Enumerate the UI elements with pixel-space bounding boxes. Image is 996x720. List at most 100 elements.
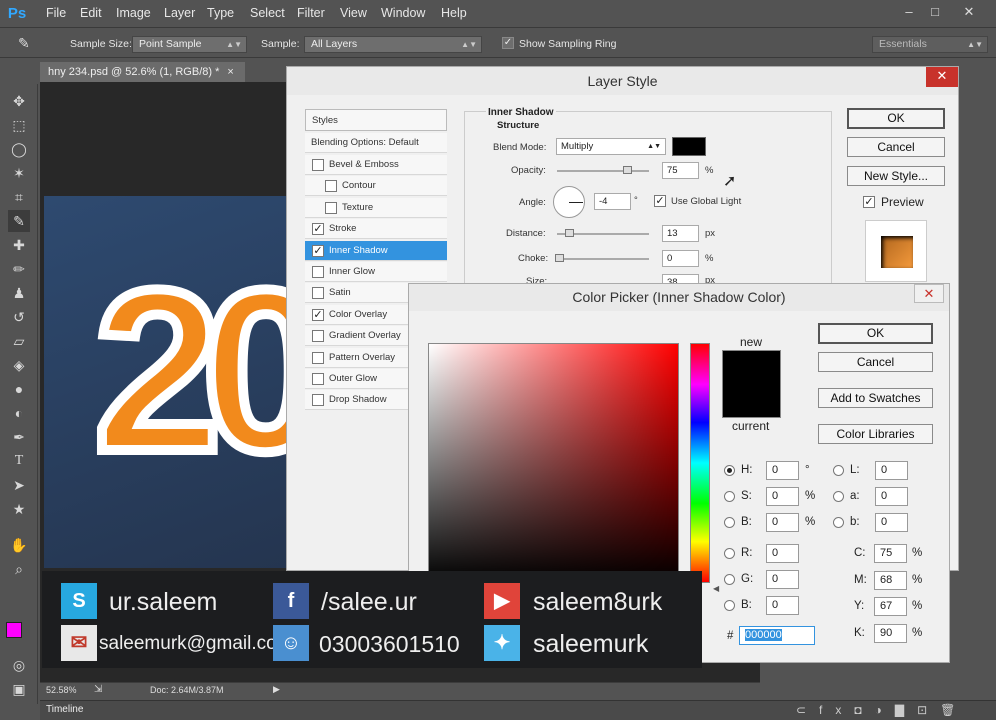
sample-select[interactable]: All Layers ▲▼ <box>304 36 482 53</box>
layer-style-close-button[interactable]: ✕ <box>926 67 958 87</box>
rgb-field[interactable]: 0 <box>766 544 799 563</box>
type-tool-icon[interactable]: T <box>8 450 30 472</box>
menu-filter[interactable]: Filter <box>297 6 325 20</box>
move-tool-icon[interactable]: ✥ <box>8 90 30 112</box>
sample-size-select[interactable]: Point Sample ▲▼ <box>132 36 247 53</box>
cmyk-field[interactable]: 90 <box>874 623 907 643</box>
maximize-button[interactable]: □ <box>924 3 946 21</box>
style-item[interactable]: Inner Glow <box>305 262 447 282</box>
hsb-radio[interactable] <box>724 465 735 476</box>
opacity-slider[interactable] <box>557 166 649 174</box>
style-item[interactable]: Contour <box>305 176 447 197</box>
picker-ok-button[interactable]: OK <box>818 323 933 344</box>
zoom-level[interactable]: 52.58% <box>46 685 77 695</box>
magic-wand-tool-icon[interactable]: ✶ <box>8 162 30 184</box>
healing-tool-icon[interactable]: ✚ <box>8 234 30 256</box>
style-item[interactable]: Bevel & Emboss <box>305 155 447 175</box>
eyedropper-icon[interactable]: ✎ <box>18 35 38 53</box>
blending-options-item[interactable]: Blending Options: Default <box>305 133 447 153</box>
angle-field[interactable]: -4 <box>594 193 631 210</box>
styles-header[interactable]: Styles <box>305 109 447 131</box>
preview-checkbox[interactable]: ✓ <box>863 196 875 208</box>
cmyk-field[interactable]: 75 <box>874 544 907 563</box>
rgb-radio[interactable] <box>724 600 735 611</box>
rgb-field[interactable]: 0 <box>766 570 799 589</box>
rgb-radio[interactable] <box>724 574 735 585</box>
style-item[interactable]: ✓ Stroke <box>305 219 447 240</box>
hand-tool-icon[interactable]: ✋ <box>8 534 30 556</box>
style-item-checkbox[interactable]: ✓ <box>312 244 324 257</box>
lab-field[interactable]: 0 <box>875 461 908 480</box>
close-tab-icon[interactable]: × <box>227 66 233 78</box>
stamp-tool-icon[interactable]: ♟ <box>8 282 30 304</box>
hsb-radio[interactable] <box>724 517 735 528</box>
style-item[interactable]: ✓ Inner Shadow <box>305 240 447 261</box>
zoom-tool-icon[interactable]: ⌕ <box>8 558 30 580</box>
choke-slider-thumb[interactable] <box>555 254 564 262</box>
choke-field[interactable]: 0 <box>662 250 699 267</box>
angle-dial[interactable] <box>553 186 585 218</box>
pen-tool-icon[interactable]: ✒ <box>8 426 30 448</box>
menu-view[interactable]: View <box>340 6 367 20</box>
distance-slider[interactable] <box>557 229 649 237</box>
close-app-button[interactable]: ✕ <box>958 3 980 21</box>
rgb-field[interactable]: 0 <box>766 596 799 615</box>
menu-image[interactable]: Image <box>116 6 151 20</box>
distance-slider-thumb[interactable] <box>565 229 574 237</box>
ok-button[interactable]: OK <box>847 108 945 129</box>
blur-tool-icon[interactable]: ● <box>8 378 30 400</box>
lab-field[interactable]: 0 <box>875 513 908 532</box>
color-libraries-button[interactable]: Color Libraries <box>818 424 933 444</box>
quick-mask-icon[interactable]: ◎ <box>8 654 30 676</box>
hsb-field[interactable]: 0 <box>766 461 799 480</box>
style-item-checkbox[interactable]: ✓ <box>312 223 324 236</box>
menu-type[interactable]: Type <box>207 6 234 20</box>
lab-radio[interactable] <box>833 491 844 502</box>
style-item-checkbox[interactable] <box>312 330 324 343</box>
hsb-field[interactable]: 0 <box>766 513 799 532</box>
marquee-tool-icon[interactable]: ⬚ <box>8 114 30 136</box>
timeline-tab[interactable]: Timeline <box>46 704 83 715</box>
style-item-checkbox[interactable]: ✓ <box>312 308 324 321</box>
distance-field[interactable]: 13 <box>662 225 699 242</box>
export-icon[interactable]: ⇲ <box>94 684 102 695</box>
menu-help[interactable]: Help <box>441 6 467 20</box>
opacity-field[interactable]: 75 <box>662 162 699 179</box>
menu-file[interactable]: File <box>46 6 66 20</box>
foreground-color-swatch[interactable] <box>6 622 22 638</box>
choke-slider[interactable] <box>555 254 649 262</box>
style-item-checkbox[interactable] <box>325 180 337 193</box>
menu-layer[interactable]: Layer <box>164 6 195 20</box>
new-style-button[interactable]: New Style... <box>847 166 945 186</box>
eyedropper-tool-icon[interactable]: ✎ <box>8 210 30 232</box>
status-menu-arrow-icon[interactable]: ▶ <box>273 684 280 695</box>
lab-radio[interactable] <box>833 517 844 528</box>
lab-field[interactable]: 0 <box>875 487 908 506</box>
color-picker-close-button[interactable]: ✕ <box>914 284 944 303</box>
global-light-checkbox[interactable]: ✓ <box>654 195 666 207</box>
shadow-color-swatch[interactable] <box>672 137 706 156</box>
cancel-button[interactable]: Cancel <box>847 137 945 157</box>
hsb-radio[interactable] <box>724 491 735 502</box>
lab-radio[interactable] <box>833 465 844 476</box>
layer-actions-icons[interactable]: ⊂fx◘◑▇⊡🗑 <box>796 703 968 717</box>
document-tab[interactable]: hny 234.psd @ 52.6% (1, RGB/8) * × <box>40 62 245 82</box>
opacity-slider-thumb[interactable] <box>623 166 632 174</box>
sampling-ring-checkbox[interactable]: ✓ <box>502 37 514 49</box>
blend-mode-select[interactable]: Multiply ▲▼ <box>556 138 666 155</box>
crop-tool-icon[interactable]: ⌗ <box>8 186 30 208</box>
saturation-brightness-field[interactable] <box>428 343 679 583</box>
screen-mode-icon[interactable]: ▣ <box>8 678 30 700</box>
lasso-tool-icon[interactable]: ◯ <box>8 138 30 160</box>
picker-cancel-button[interactable]: Cancel <box>818 352 933 372</box>
add-to-swatches-button[interactable]: Add to Swatches <box>818 388 933 408</box>
workspace-select[interactable]: Essentials ▲▼ <box>872 36 988 53</box>
hex-field[interactable]: 000000 <box>739 626 815 645</box>
hue-pointer-icon[interactable]: ◀ <box>713 584 719 593</box>
style-item-checkbox[interactable] <box>312 394 324 407</box>
brush-tool-icon[interactable]: ✏ <box>8 258 30 280</box>
style-item-checkbox[interactable] <box>312 266 324 278</box>
style-item-checkbox[interactable] <box>325 201 337 214</box>
shape-tool-icon[interactable]: ★ <box>8 498 30 520</box>
path-select-icon[interactable]: ➤ <box>8 474 30 496</box>
